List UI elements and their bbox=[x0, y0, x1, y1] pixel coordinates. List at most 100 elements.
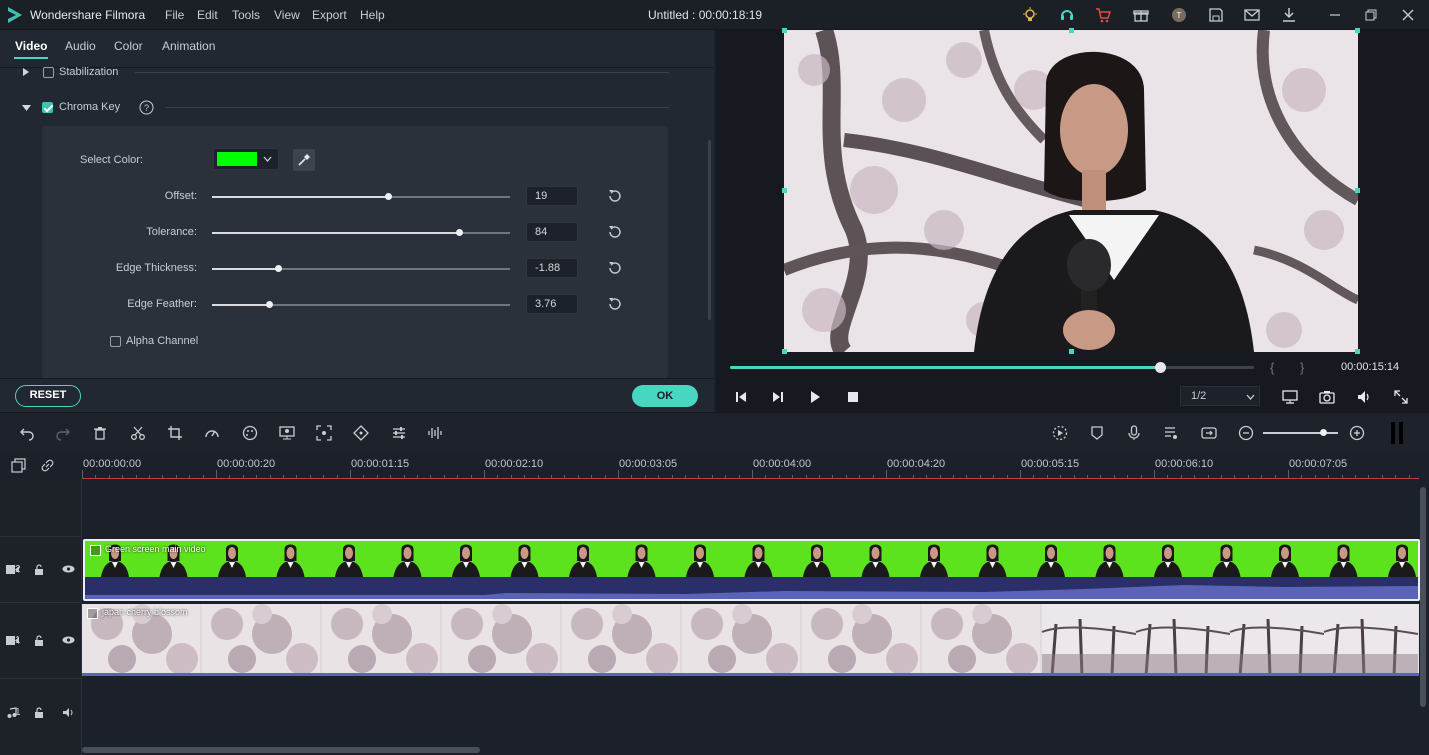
menu-view[interactable]: View bbox=[274, 8, 300, 22]
menu-tools[interactable]: Tools bbox=[232, 8, 260, 22]
play-icon[interactable] bbox=[807, 389, 823, 405]
resize-handle[interactable] bbox=[1355, 349, 1360, 354]
timeline-vertical-scrollbar[interactable] bbox=[1420, 487, 1426, 707]
cut-icon[interactable] bbox=[130, 425, 146, 441]
keyframe-icon[interactable] bbox=[353, 425, 369, 441]
adjust-sliders-icon[interactable] bbox=[391, 425, 407, 441]
snap-icon[interactable] bbox=[1201, 425, 1217, 441]
eye-icon[interactable] bbox=[62, 564, 75, 574]
lock-icon[interactable] bbox=[34, 564, 44, 575]
maximize-icon[interactable] bbox=[1362, 6, 1380, 24]
close-icon[interactable] bbox=[1399, 6, 1417, 24]
offset-slider-knob[interactable] bbox=[384, 193, 392, 200]
timeline-horizontal-scrollbar[interactable] bbox=[82, 747, 480, 753]
time-ruler[interactable]: 00:00:00:00 00:00:00:20 00:00:01:15 00:00:0… bbox=[82, 452, 1419, 479]
pause-bar-icon[interactable] bbox=[1399, 422, 1403, 444]
audio-waveform-icon[interactable] bbox=[427, 425, 443, 441]
redo-icon[interactable] bbox=[55, 425, 71, 441]
snapshot-camera-icon[interactable] bbox=[1319, 389, 1335, 405]
fullscreen-icon[interactable] bbox=[1393, 389, 1409, 405]
seek-knob[interactable] bbox=[1154, 362, 1166, 373]
tab-audio[interactable]: Audio bbox=[65, 39, 96, 53]
gift-icon[interactable] bbox=[1132, 6, 1150, 24]
lock-icon[interactable] bbox=[34, 635, 44, 646]
crop-icon[interactable] bbox=[167, 425, 183, 441]
eyedropper-button[interactable] bbox=[293, 149, 315, 171]
bulb-icon[interactable] bbox=[1021, 6, 1039, 24]
offset-slider[interactable] bbox=[212, 193, 510, 200]
tab-color[interactable]: Color bbox=[114, 39, 143, 53]
resize-handle[interactable] bbox=[1355, 188, 1360, 193]
stabilization-checkbox[interactable] bbox=[43, 67, 54, 78]
zoom-slider-knob[interactable] bbox=[1320, 429, 1327, 436]
minimize-icon[interactable] bbox=[1326, 6, 1344, 24]
delete-icon[interactable] bbox=[92, 425, 108, 441]
mark-out-icon[interactable]: } bbox=[1300, 360, 1304, 375]
resize-handle[interactable] bbox=[782, 188, 787, 193]
undo-icon[interactable] bbox=[19, 425, 35, 441]
render-preview-icon[interactable] bbox=[1052, 425, 1068, 441]
zoom-in-icon[interactable] bbox=[1349, 425, 1365, 441]
zoom-out-icon[interactable] bbox=[1238, 425, 1254, 441]
resize-handle[interactable] bbox=[1069, 28, 1074, 33]
tolerance-slider[interactable] bbox=[212, 229, 510, 236]
volume-icon[interactable] bbox=[1356, 389, 1372, 405]
speaker-icon[interactable] bbox=[62, 707, 75, 718]
cart-icon[interactable] bbox=[1094, 6, 1112, 24]
expand-arrow-icon[interactable] bbox=[22, 68, 30, 76]
help-icon[interactable]: ? bbox=[139, 100, 154, 115]
marker-shield-icon[interactable] bbox=[1089, 425, 1105, 441]
color-palette-icon[interactable] bbox=[242, 425, 258, 441]
playback-quality-select[interactable]: 1/2 bbox=[1180, 386, 1260, 406]
chroma-key-checkbox[interactable] bbox=[42, 102, 53, 113]
collapse-arrow-icon[interactable] bbox=[22, 104, 31, 112]
clip-green-screen-video[interactable]: Green screen main video bbox=[83, 539, 1420, 601]
menu-edit[interactable]: Edit bbox=[197, 8, 218, 22]
edge-thickness-value-input[interactable]: -1.88 bbox=[526, 258, 578, 278]
edge-thickness-slider[interactable] bbox=[212, 265, 510, 272]
link-icon[interactable] bbox=[40, 458, 55, 473]
panel-scrollbar[interactable] bbox=[708, 140, 711, 320]
tolerance-value-input[interactable]: 84 bbox=[526, 222, 578, 242]
offset-value-input[interactable]: 19 bbox=[526, 186, 578, 206]
alpha-channel-checkbox[interactable] bbox=[110, 336, 121, 347]
add-track-icon[interactable] bbox=[11, 458, 26, 473]
mail-icon[interactable] bbox=[1243, 6, 1261, 24]
preview-video[interactable] bbox=[784, 30, 1358, 352]
tab-video[interactable]: Video bbox=[15, 39, 47, 53]
save-icon[interactable] bbox=[1207, 6, 1225, 24]
zoom-slider[interactable] bbox=[1263, 429, 1338, 436]
motion-tracking-icon[interactable] bbox=[316, 425, 332, 441]
clip-play-icon[interactable] bbox=[87, 608, 98, 619]
resize-handle[interactable] bbox=[1069, 349, 1074, 354]
speed-icon[interactable] bbox=[204, 425, 220, 441]
tolerance-reset-icon[interactable] bbox=[607, 224, 623, 240]
resize-handle[interactable] bbox=[1355, 28, 1360, 33]
menu-file[interactable]: File bbox=[165, 8, 184, 22]
mark-in-icon[interactable]: { bbox=[1270, 360, 1274, 375]
pause-bar-icon[interactable] bbox=[1391, 422, 1395, 444]
resize-handle[interactable] bbox=[782, 28, 787, 33]
previous-frame-icon[interactable] bbox=[733, 389, 749, 405]
edge-feather-reset-icon[interactable] bbox=[607, 296, 623, 312]
stop-icon[interactable] bbox=[845, 389, 861, 405]
menu-export[interactable]: Export bbox=[312, 8, 347, 22]
clip-play-icon[interactable] bbox=[90, 545, 101, 556]
green-screen-icon[interactable] bbox=[279, 425, 295, 441]
microphone-icon[interactable] bbox=[1126, 425, 1142, 441]
edge-feather-slider-knob[interactable] bbox=[265, 301, 273, 308]
edge-feather-slider[interactable] bbox=[212, 301, 510, 308]
edge-thickness-reset-icon[interactable] bbox=[607, 260, 623, 276]
display-icon[interactable] bbox=[1282, 389, 1298, 405]
edge-thickness-slider-knob[interactable] bbox=[274, 265, 282, 272]
lock-icon[interactable] bbox=[34, 707, 44, 718]
offset-reset-icon[interactable] bbox=[607, 188, 623, 204]
download-icon[interactable] bbox=[1280, 6, 1298, 24]
avatar[interactable]: T bbox=[1170, 6, 1188, 24]
eye-icon[interactable] bbox=[62, 635, 75, 645]
tolerance-slider-knob[interactable] bbox=[456, 229, 464, 236]
menu-help[interactable]: Help bbox=[360, 8, 385, 22]
resize-handle[interactable] bbox=[782, 349, 787, 354]
headset-support-icon[interactable] bbox=[1058, 6, 1076, 24]
preview-seek-bar[interactable] bbox=[730, 362, 1254, 373]
